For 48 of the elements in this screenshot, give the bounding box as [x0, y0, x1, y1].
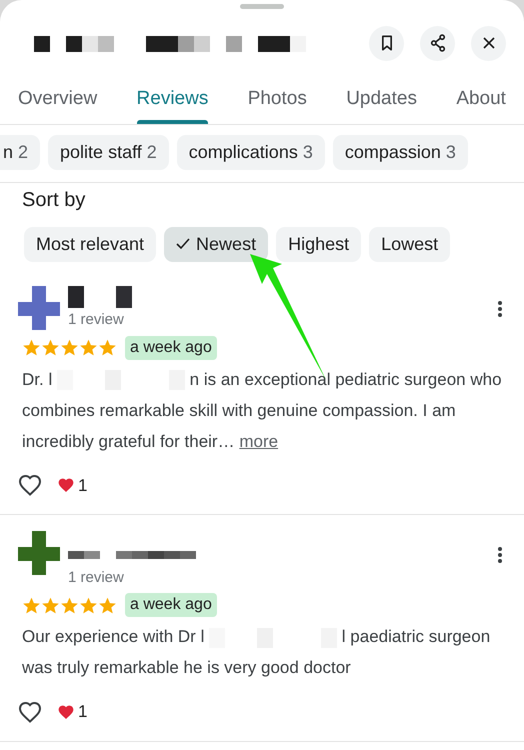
more-link[interactable]: more — [239, 432, 278, 450]
review-text: Our experience with Dr l l paediatric surgeon was truly remarkable he is very good doctor — [21, 626, 492, 679]
like-count: 1 — [78, 474, 88, 496]
redaction-mosaic — [68, 286, 132, 308]
sort-chip[interactable]: Newest — [164, 226, 268, 262]
review-count: 1 review — [68, 568, 125, 588]
star-icon — [98, 338, 117, 357]
topic-chip[interactable]: polite staff 2 — [48, 134, 169, 170]
review-count: 1 review — [68, 310, 125, 330]
sort-chip[interactable]: Most relevant — [24, 226, 156, 262]
star-icon — [79, 338, 98, 357]
star-icon — [41, 338, 60, 357]
star-icon — [60, 596, 79, 614]
heart-outline-icon — [18, 474, 42, 496]
heart-icon — [58, 478, 74, 492]
topic-chip[interactable]: compassion 3 — [332, 134, 468, 170]
like-button[interactable] — [18, 700, 42, 724]
tab[interactable]: Overview — [18, 77, 98, 124]
review-text: Dr. l n is an exceptional pediatric surgeon who combines remarkable skill with genuine compassion. I am incredibly grateful for their… more — [21, 368, 503, 452]
star-icon — [79, 596, 98, 614]
tab[interactable]: Updates — [346, 77, 417, 124]
like-count: 1 — [78, 701, 88, 723]
review-date: a week ago — [125, 336, 217, 360]
topic-chip[interactable]: n 2 — [0, 134, 40, 170]
avatar — [18, 531, 60, 575]
more-options-icon — [498, 301, 502, 318]
heart-outline-icon — [18, 700, 42, 723]
tab[interactable]: About — [456, 77, 506, 124]
star-icon — [22, 596, 41, 614]
tab[interactable]: Reviews — [136, 77, 208, 124]
review-date: a week ago — [125, 593, 217, 617]
bookmark-button[interactable] — [369, 26, 404, 60]
heart-icon — [58, 704, 74, 719]
check-icon — [176, 236, 190, 250]
star-icon — [22, 338, 41, 357]
star-icon — [98, 596, 117, 614]
star-icon — [60, 338, 79, 357]
topic-chip[interactable]: complications 3 — [176, 134, 325, 170]
close-button[interactable] — [471, 26, 506, 60]
avatar — [18, 286, 60, 330]
star-icon — [41, 596, 60, 614]
like-button[interactable] — [18, 473, 42, 498]
tab[interactable]: Photos — [248, 77, 307, 124]
sort-chip[interactable]: Lowest — [369, 226, 450, 262]
sort-label: Sort by — [21, 188, 86, 212]
sort-chip[interactable]: Highest — [276, 226, 362, 262]
more-options-icon — [498, 546, 502, 563]
share-button[interactable] — [420, 26, 455, 60]
